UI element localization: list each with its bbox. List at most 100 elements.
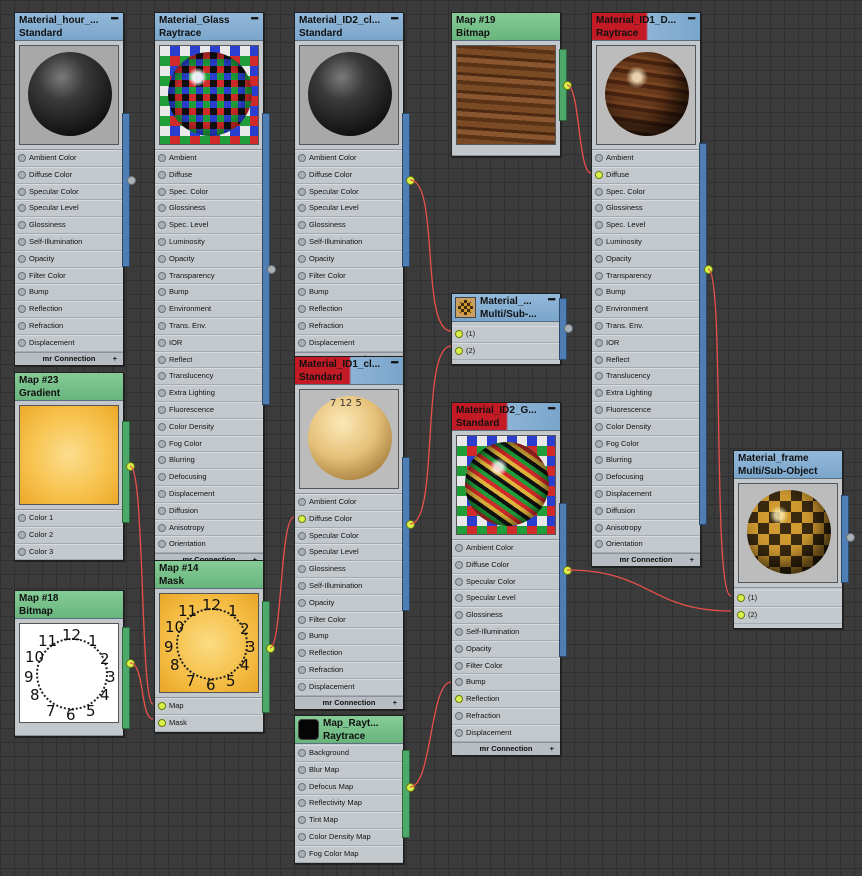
slot-self-illumination[interactable]: Self-Illumination <box>295 577 403 595</box>
slot-specular-color[interactable]: Specular Color <box>295 527 403 545</box>
output-socket[interactable] <box>266 644 275 653</box>
input-socket[interactable] <box>455 644 463 653</box>
slot-color-2[interactable]: Color 2 <box>15 526 123 544</box>
input-socket[interactable] <box>298 615 306 624</box>
input-socket[interactable] <box>298 237 306 246</box>
slot-ambient-color[interactable]: Ambient Color <box>15 150 123 167</box>
mr-connection-footer[interactable]: mr Connection+ <box>295 695 403 709</box>
node-header[interactable]: Map #18 Bitmap <box>15 591 123 619</box>
input-socket[interactable] <box>298 598 306 607</box>
node-material-multi-sub[interactable]: Material_... Multi/Sub-... ━ (1) (2) <box>451 293 573 365</box>
input-socket[interactable] <box>18 170 26 179</box>
slot-anisotropy[interactable]: Anisotropy <box>592 519 700 537</box>
slot-defocus-map[interactable]: Defocus Map <box>295 778 403 796</box>
slot-1[interactable]: (1) <box>734 590 842 607</box>
input-socket[interactable] <box>158 523 166 532</box>
collapse-icon[interactable]: ━ <box>688 13 695 26</box>
input-socket[interactable] <box>18 204 26 213</box>
slot-ior[interactable]: IOR <box>155 334 263 352</box>
input-socket[interactable] <box>18 547 26 556</box>
slot-specular-color[interactable]: Specular Color <box>15 183 123 201</box>
input-socket[interactable] <box>158 154 166 162</box>
node-map-23-gradient[interactable]: Map #23 Gradient Color 1 Color 2 Color 3 <box>14 372 135 562</box>
slot-specular-level[interactable]: Specular Level <box>15 200 123 218</box>
input-socket[interactable] <box>298 782 306 791</box>
input-socket[interactable] <box>158 221 166 230</box>
input-socket[interactable] <box>158 405 166 414</box>
slot-diffuse-color[interactable]: Diffuse Color <box>452 556 560 574</box>
slot-defocusing[interactable]: Defocusing <box>592 469 700 486</box>
output-socket[interactable] <box>563 566 572 575</box>
slot-fog-color[interactable]: Fog Color <box>155 435 263 453</box>
output-socket[interactable] <box>704 265 713 274</box>
collapse-icon[interactable]: ━ <box>111 13 118 26</box>
slot-opacity[interactable]: Opacity <box>452 640 560 658</box>
input-socket[interactable] <box>158 204 166 213</box>
input-socket[interactable] <box>595 439 603 448</box>
output-socket[interactable] <box>126 659 135 668</box>
slot-opacity[interactable]: Opacity <box>592 250 700 268</box>
node-header[interactable]: Material_... Multi/Sub-... ━ <box>452 294 560 322</box>
node-header[interactable]: Material_ID1_cl... Standard ━ <box>295 357 403 385</box>
input-socket-connected[interactable] <box>455 346 463 355</box>
slot-diffuse[interactable]: Diffuse <box>592 166 700 184</box>
node-header[interactable]: Material_ID2_cl... Standard ━ <box>295 13 403 41</box>
input-socket[interactable] <box>158 439 166 448</box>
slot-specular-level[interactable]: Specular Level <box>452 590 560 608</box>
input-socket[interactable] <box>298 849 306 858</box>
slot-fluorescence[interactable]: Fluorescence <box>592 401 700 419</box>
slot-glossiness[interactable]: Glossiness <box>452 607 560 624</box>
slot-glossiness[interactable]: Glossiness <box>15 217 123 234</box>
input-socket[interactable] <box>158 187 166 196</box>
slot-color-density[interactable]: Color Density <box>155 418 263 436</box>
mr-connection-footer[interactable]: mr Connection+ <box>452 741 560 755</box>
input-socket[interactable] <box>595 389 603 398</box>
slot-glossiness[interactable]: Glossiness <box>295 561 403 578</box>
input-socket[interactable] <box>595 321 603 330</box>
input-socket[interactable] <box>298 498 306 506</box>
input-socket[interactable] <box>595 271 603 280</box>
slot-opacity[interactable]: Opacity <box>295 250 403 268</box>
slot-diffuse-color[interactable]: Diffuse Color <box>295 510 403 528</box>
slot-bump[interactable]: Bump <box>295 284 403 302</box>
input-socket[interactable] <box>18 271 26 280</box>
slot-blurring[interactable]: Blurring <box>155 452 263 470</box>
input-socket[interactable] <box>298 288 306 297</box>
collapse-icon[interactable]: ━ <box>251 13 258 26</box>
input-socket[interactable] <box>595 305 603 314</box>
input-socket[interactable] <box>455 577 463 586</box>
node-material-id2-cl[interactable]: Material_ID2_cl... Standard ━ Ambient Co… <box>294 12 415 366</box>
slot-fog-color[interactable]: Fog Color <box>592 435 700 453</box>
input-socket[interactable] <box>158 372 166 381</box>
input-socket[interactable] <box>595 506 603 515</box>
node-material-id1-d[interactable]: Material_ID1_D... Raytrace ━ Ambient Dif… <box>591 12 713 568</box>
input-socket[interactable] <box>455 627 463 636</box>
input-socket[interactable] <box>455 560 463 569</box>
slot-reflect[interactable]: Reflect <box>592 351 700 369</box>
input-socket[interactable] <box>298 832 306 841</box>
slot-1[interactable]: (1) <box>452 326 560 343</box>
node-material-hour[interactable]: Material_hour_... Standard ━ Ambient Col… <box>14 12 136 366</box>
slot-ambient[interactable]: Ambient <box>155 150 263 167</box>
slot-blurring[interactable]: Blurring <box>592 452 700 470</box>
node-header[interactable]: Material_ID1_D... Raytrace ━ <box>592 13 700 41</box>
input-socket[interactable] <box>158 170 166 179</box>
slot-displacement[interactable]: Displacement <box>295 678 403 696</box>
input-socket[interactable] <box>595 237 603 246</box>
input-socket[interactable] <box>455 611 463 620</box>
input-socket[interactable] <box>18 338 26 347</box>
input-socket[interactable] <box>595 422 603 431</box>
slot-fluorescence[interactable]: Fluorescence <box>155 401 263 419</box>
slot-map[interactable]: Map <box>155 698 263 715</box>
slot-specular-color[interactable]: Specular Color <box>295 183 403 201</box>
input-socket[interactable] <box>298 749 306 757</box>
input-socket[interactable] <box>298 204 306 213</box>
input-socket[interactable] <box>158 489 166 498</box>
input-socket[interactable] <box>158 456 166 465</box>
slot-reflection[interactable]: Reflection <box>295 301 403 318</box>
expand-plus-icon[interactable]: + <box>113 353 117 365</box>
input-socket[interactable] <box>595 187 603 196</box>
slot-self-illumination[interactable]: Self-Illumination <box>452 623 560 641</box>
input-socket[interactable] <box>158 305 166 314</box>
output-socket[interactable] <box>563 81 572 90</box>
